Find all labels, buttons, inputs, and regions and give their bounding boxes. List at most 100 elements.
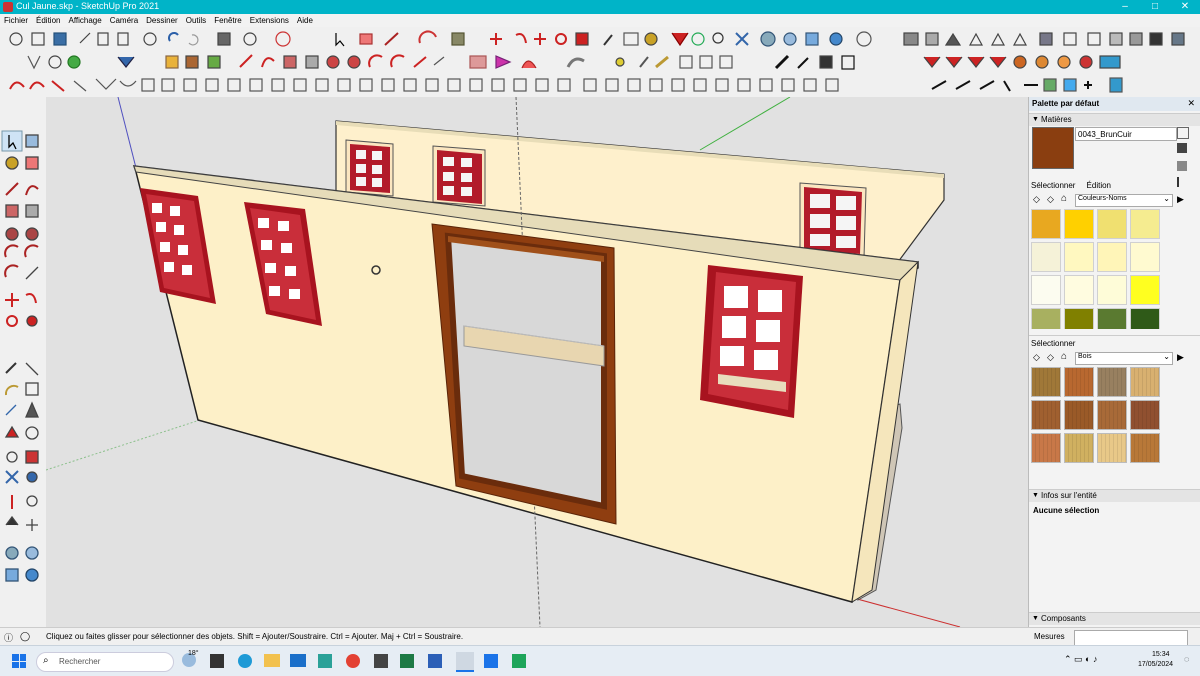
toolbar-row-3-icons[interactable] <box>0 73 1200 97</box>
minimize-button[interactable]: – <box>1110 0 1140 14</box>
wood-texture-swatch[interactable] <box>1097 400 1127 430</box>
wood-texture-swatch[interactable] <box>1130 400 1160 430</box>
status-hint: Cliquez ou faites glisser pour sélection… <box>46 632 464 641</box>
details-arrow-icon[interactable]: ▶ <box>1177 352 1184 363</box>
forward-arrow-icon[interactable]: ◇ <box>1047 194 1054 205</box>
measurements-label: Mesures <box>1034 632 1065 641</box>
file-explorer-icon[interactable] <box>264 654 280 667</box>
color-swatch[interactable] <box>1130 308 1160 329</box>
excel-icon[interactable] <box>400 654 414 668</box>
color-swatch[interactable] <box>1031 242 1061 272</box>
menu-fenetre[interactable]: Fenêtre <box>210 14 246 27</box>
color-swatch[interactable] <box>1130 209 1160 239</box>
color-swatch[interactable] <box>1097 308 1127 329</box>
chrome-icon[interactable] <box>346 654 360 668</box>
material-name-input[interactable] <box>1075 127 1177 141</box>
wood-texture-swatch[interactable] <box>1064 400 1094 430</box>
color-swatch[interactable] <box>1031 209 1061 239</box>
tray-close-icon[interactable]: ✕ <box>1187 98 1195 109</box>
weather-temperature: 18° <box>188 650 199 657</box>
modeling-viewport[interactable] <box>46 97 1028 627</box>
menu-camera[interactable]: Caméra <box>106 14 142 27</box>
left-tools-palette <box>0 97 47 627</box>
color-swatch[interactable] <box>1064 209 1094 239</box>
eyedropper-icon[interactable] <box>1177 177 1189 187</box>
color-swatch[interactable] <box>1097 209 1127 239</box>
entity-info-header[interactable]: ▼ Infos sur l'entité <box>1029 489 1200 502</box>
search-placeholder: Rechercher <box>59 657 101 666</box>
library-select[interactable]: Couleurs-Noms ⌄ <box>1075 194 1173 207</box>
material-cube-icon[interactable] <box>1177 143 1187 153</box>
chevron-down-icon: ⌄ <box>1163 352 1170 361</box>
window-title: Cul Jaune.skp - SketchUp Pro 2021 <box>16 1 160 11</box>
back-window-1 <box>345 139 394 197</box>
home-icon[interactable]: ⌂ <box>1061 193 1067 204</box>
color-swatch[interactable] <box>1097 242 1127 272</box>
materials-panel-header[interactable]: ▼ Matières <box>1029 113 1200 126</box>
color-swatch[interactable] <box>1031 275 1061 305</box>
measurements-input[interactable] <box>1074 630 1188 646</box>
tab-edit[interactable]: Édition <box>1087 181 1111 190</box>
word-icon[interactable] <box>428 654 442 668</box>
color-swatch[interactable] <box>1130 242 1160 272</box>
new-material-icon[interactable] <box>1177 127 1189 139</box>
color-swatch[interactable] <box>1031 308 1061 329</box>
toolbar-row-1 <box>0 27 1200 52</box>
store-icon[interactable] <box>318 654 332 668</box>
color-swatch[interactable] <box>1130 275 1160 305</box>
spreadsheet-icon[interactable] <box>512 654 526 668</box>
back-arrow-icon[interactable]: ◇ <box>1033 194 1040 205</box>
sketchup-taskbar-icon[interactable] <box>456 652 474 672</box>
wood-texture-swatch[interactable] <box>1097 433 1127 463</box>
toolbar-row-2-icons[interactable] <box>0 51 1200 73</box>
collapse-chevron-icon[interactable]: ▼ <box>1032 114 1039 126</box>
entity-info-status: Aucune sélection <box>1033 506 1100 515</box>
notification-icon[interactable]: ◌ <box>1184 654 1189 664</box>
color-swatch[interactable] <box>1097 275 1127 305</box>
menu-outils[interactable]: Outils <box>182 14 210 27</box>
taskbar-search[interactable]: ⌕ Rechercher <box>36 652 174 672</box>
details-arrow-icon[interactable]: ▶ <box>1177 194 1184 205</box>
components-header[interactable]: ▼ Composants <box>1029 612 1200 625</box>
menu-extensions[interactable]: Extensions <box>246 14 293 27</box>
maximize-button[interactable]: □ <box>1140 0 1170 14</box>
wood-texture-swatch[interactable] <box>1064 367 1094 397</box>
wood-texture-swatch[interactable] <box>1130 367 1160 397</box>
menu-dessiner[interactable]: Dessiner <box>142 14 182 27</box>
menu-edition[interactable]: Édition <box>32 14 64 27</box>
app-icon[interactable] <box>484 654 498 668</box>
current-material-swatch[interactable] <box>1032 127 1074 169</box>
back-arrow-icon[interactable]: ◇ <box>1033 352 1040 363</box>
left-tools-icons[interactable] <box>0 97 46 627</box>
tab-select[interactable]: Sélectionner <box>1031 181 1075 190</box>
menu-affichage[interactable]: Affichage <box>64 14 105 27</box>
wood-texture-swatch[interactable] <box>1031 367 1061 397</box>
edge-icon[interactable] <box>238 654 252 668</box>
toolbar-row-1-icons[interactable] <box>0 27 1200 51</box>
collapse-chevron-icon[interactable]: ▼ <box>1032 490 1039 502</box>
system-tray-icons[interactable]: ⌃ ▭ ◐ ♪ <box>1064 654 1097 665</box>
home-icon[interactable]: ⌂ <box>1061 351 1067 362</box>
color-swatch[interactable] <box>1064 308 1094 329</box>
menu-fichier[interactable]: Fichier <box>0 14 32 27</box>
close-button[interactable]: ✕ <box>1170 0 1200 14</box>
wood-texture-swatch[interactable] <box>1064 433 1094 463</box>
user-icon[interactable]: ◯ <box>20 631 30 642</box>
taskview-icon[interactable] <box>210 654 224 668</box>
collapse-chevron-icon[interactable]: ▼ <box>1032 613 1039 625</box>
windows-start-icon[interactable] <box>12 654 26 668</box>
wood-texture-swatch[interactable] <box>1097 367 1127 397</box>
sample-paint-icon[interactable] <box>1177 161 1187 171</box>
info-icon[interactable]: ⓘ <box>4 631 13 644</box>
mail-icon[interactable] <box>290 654 306 667</box>
color-swatch[interactable] <box>1064 275 1094 305</box>
color-swatch[interactable] <box>1064 242 1094 272</box>
menu-aide[interactable]: Aide <box>293 14 317 27</box>
wood-texture-swatch[interactable] <box>1031 400 1061 430</box>
model-scene[interactable] <box>46 97 1028 627</box>
secondary-library-select[interactable]: Bois ⌄ <box>1075 352 1173 365</box>
wood-texture-swatch[interactable] <box>1031 433 1061 463</box>
forward-arrow-icon[interactable]: ◇ <box>1047 352 1054 363</box>
media-icon[interactable] <box>374 654 388 668</box>
wood-texture-swatch[interactable] <box>1130 433 1160 463</box>
